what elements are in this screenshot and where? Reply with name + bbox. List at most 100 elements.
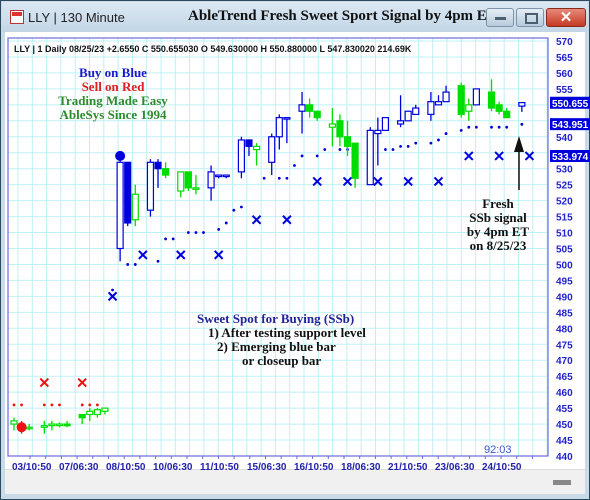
signal-dot	[115, 150, 126, 161]
candle-body	[351, 142, 359, 179]
legend-note: Sell on Red	[82, 79, 146, 94]
candle-body	[245, 139, 253, 147]
stop-dot	[323, 148, 327, 151]
candle-body	[472, 88, 480, 106]
stop-dot	[42, 403, 46, 407]
stop-dot	[474, 125, 478, 129]
candle	[306, 98, 314, 118]
candle-body	[313, 110, 321, 119]
fresh-note-line: on 8/25/23	[470, 238, 527, 253]
candle	[177, 171, 185, 198]
y-tick-label: 455	[556, 404, 573, 415]
candle-body	[396, 120, 405, 125]
candle-body	[427, 101, 435, 116]
candle	[366, 127, 374, 186]
candle	[124, 161, 132, 227]
ssb-title: Sweet Spot for Buying (SSb)	[197, 311, 354, 326]
x-mark	[138, 250, 148, 260]
fresh-note-line: by 4pm ET	[467, 224, 529, 239]
stop-dot	[217, 227, 221, 231]
candle-body	[252, 145, 261, 151]
y-tick-label: 530	[556, 165, 573, 176]
candle	[55, 422, 64, 428]
candle-body	[366, 129, 374, 186]
candle	[283, 117, 291, 144]
candle	[237, 136, 245, 179]
candle-body	[457, 85, 465, 116]
stop-dot	[240, 205, 243, 209]
candle-body	[55, 423, 64, 427]
ssb-line-3: or closeup bar	[242, 353, 321, 368]
candle-body	[518, 102, 526, 107]
candle-body	[412, 107, 420, 116]
stop-dot	[399, 144, 402, 148]
candle-body	[40, 425, 48, 428]
candle-body	[93, 409, 101, 416]
stop-dot	[202, 231, 205, 234]
candle	[154, 159, 162, 188]
candle	[162, 162, 170, 179]
y-tick-label: 445	[556, 436, 573, 447]
stop-dot	[156, 259, 160, 263]
candles	[10, 79, 526, 434]
candle-body	[184, 171, 192, 189]
candlestick-chart: LLY | 1 Daily 08/25/23 +2.6550 C 550.655…	[7, 37, 590, 473]
candle-body	[336, 120, 344, 138]
candle	[518, 101, 526, 112]
candle	[328, 108, 336, 147]
stop-dot	[224, 221, 228, 225]
candle	[252, 143, 261, 166]
fresh-signal-note: FreshSSb signalby 4pm ETon 8/25/23	[467, 196, 529, 253]
candle-body	[381, 117, 390, 131]
x-mark	[39, 377, 50, 388]
ssb-line-2: 2) Emerging blue bar	[217, 339, 336, 354]
y-tick-label: 460	[556, 388, 573, 399]
candle-body	[343, 136, 352, 147]
x-tick-label: 21/10:50	[388, 462, 428, 473]
signal-dot	[16, 422, 27, 433]
candle	[343, 120, 352, 156]
legend-note: AbleSys Since 1994	[60, 107, 167, 122]
stop-dot	[414, 141, 418, 145]
stop-dot	[12, 403, 16, 407]
candle	[222, 174, 230, 179]
price-tag-label: 543.951	[552, 120, 589, 131]
candle	[131, 184, 139, 227]
candle	[207, 165, 215, 201]
candle	[215, 174, 223, 179]
y-tick-label: 565	[556, 53, 573, 64]
stop-dot	[277, 176, 281, 180]
candle-body	[283, 117, 291, 120]
candle	[495, 101, 503, 115]
candle-body	[268, 136, 276, 163]
candle-body	[442, 91, 450, 103]
candle	[78, 413, 86, 425]
candle	[10, 417, 18, 431]
y-tick-label: 560	[556, 69, 573, 80]
stop-dot	[520, 122, 524, 126]
x-tick-label: 18/06:30	[341, 462, 381, 473]
y-tick-label: 495	[556, 276, 573, 287]
candle	[146, 159, 155, 217]
candle-body	[503, 110, 511, 119]
stop-dot	[20, 403, 23, 407]
y-tick-label: 485	[556, 308, 573, 319]
price-tag-label: 550.655	[552, 99, 589, 110]
y-tick-label: 465	[556, 372, 573, 383]
y-tick-label: 450	[556, 420, 573, 431]
stop-dot	[126, 263, 130, 266]
candle-body	[162, 168, 170, 176]
stop-dot	[80, 403, 84, 407]
stop-dot	[293, 164, 296, 167]
x-tick-label: 15/06:30	[247, 462, 287, 473]
candle	[404, 110, 412, 122]
stop-dot	[171, 237, 175, 241]
stop-dot	[58, 403, 61, 407]
x-tick-label: 11/10:50	[200, 462, 239, 473]
y-tick-label: 510	[556, 229, 573, 240]
y-tick-label: 515	[556, 213, 573, 224]
stop-dot	[338, 148, 342, 151]
candle-body	[101, 407, 109, 412]
candle-body	[222, 174, 230, 178]
candle-body	[86, 410, 94, 416]
